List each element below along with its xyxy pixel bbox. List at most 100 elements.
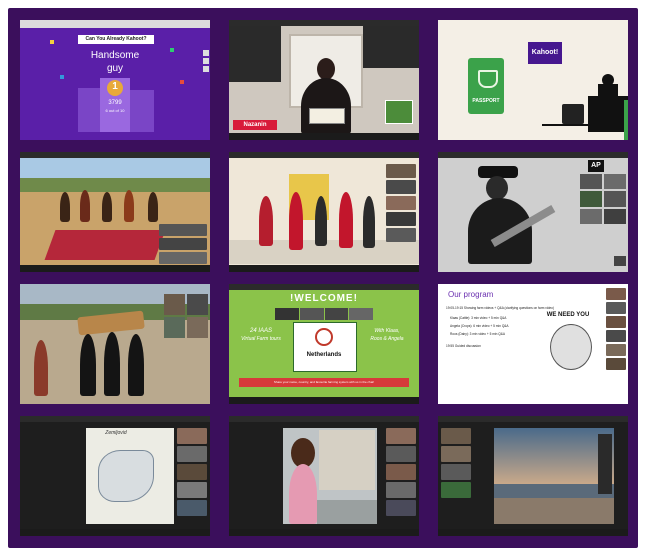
meeting-toolbar (229, 133, 419, 140)
tile-dancers-outdoor (20, 152, 210, 272)
presenter-head (317, 58, 335, 80)
passport-label: PASSPORT (472, 98, 500, 104)
beach-sand (494, 498, 614, 524)
participant-thumbnails (606, 288, 626, 370)
meeting-toolbar (229, 265, 419, 272)
figure-head (486, 176, 508, 200)
map-title: Zemljovid (105, 430, 127, 436)
meeting-toolbar (229, 529, 419, 536)
window-bar (229, 416, 419, 422)
participant-thumbnail (385, 100, 413, 124)
winner-streak: 6 out of 10 (105, 108, 125, 113)
window-bar (438, 152, 628, 158)
figure-body (468, 198, 532, 264)
country-outline (98, 450, 154, 502)
tile-kahoot-podium: Can You Already Kahoot? Handsome guy 1 3… (20, 20, 210, 140)
dancer (80, 190, 90, 222)
winner-headline-2: guy (106, 63, 124, 74)
confetti (180, 80, 184, 84)
passport-crest-icon (478, 70, 498, 88)
kahoot-logo: Kahoot! (528, 42, 562, 64)
speaker-strip (275, 308, 373, 320)
winner-headline-1: Handsome (90, 50, 140, 61)
woman-body (289, 464, 317, 524)
program-line: 19:05-19:15 Showing farm videos + Q&A (c… (446, 306, 554, 310)
event-left-1: 24 IAAS (249, 328, 272, 334)
dancer (339, 192, 353, 248)
pallbearer (104, 332, 120, 396)
tile-presenter-reading: Nazanin (229, 20, 419, 140)
meeting-toolbar (20, 265, 210, 272)
recruitment-poster-title: WE NEED YOU (546, 312, 590, 318)
pallbearer (80, 334, 96, 396)
dancer (259, 196, 273, 246)
confetti (60, 75, 64, 79)
event-right-1: With Klaas, (374, 328, 400, 334)
video-call-collage: Can You Already Kahoot? Handsome guy 1 3… (8, 8, 638, 548)
confetti (170, 48, 174, 52)
pointing-hand-illustration (550, 324, 592, 370)
chat-prompt: Share your name, country, and favourite … (239, 378, 409, 387)
tile-stage-dancers (229, 152, 419, 272)
palm-silhouette (598, 434, 612, 494)
tile-program-slide: Our program 19:05-19:15 Showing farm vid… (438, 284, 628, 404)
participant-thumbnails (386, 164, 416, 242)
tile-coffin-dance (20, 284, 210, 404)
green-accent-bar (624, 100, 628, 140)
browser-bar (20, 20, 210, 28)
window-bar (229, 152, 419, 158)
quiz-question: Can You Already Kahoot? (78, 35, 154, 44)
meeting-toolbar (438, 529, 628, 536)
presenter-body (301, 78, 351, 134)
open-book (309, 108, 345, 124)
tile-map-share: Zemljovid (20, 416, 210, 536)
meeting-toolbar (20, 529, 210, 536)
tile-guitarist-bw: AP (438, 152, 628, 272)
program-line: Roos (Dairy): 3 min video + 5 min Q&A (450, 332, 506, 336)
window-bar (438, 416, 628, 422)
participant-thumbnails (159, 224, 207, 264)
program-line: 19:55 Guided discussion (446, 344, 481, 348)
building (319, 430, 375, 490)
participant-grid (580, 174, 626, 224)
dancer (315, 196, 327, 246)
settings-panel-right (363, 26, 419, 68)
tile-welcome-slide: !WELCOME! 24 IAAS Virtual Farm tours Net… (229, 284, 419, 404)
dancer (289, 192, 303, 250)
dancer (60, 192, 70, 222)
program-line: Klaas (Cattle): 3 min video + 5 min Q&A (450, 316, 507, 320)
pallbearer (128, 334, 144, 396)
browser-side-buttons (203, 50, 209, 72)
settings-panel-left (229, 26, 281, 82)
welcome-banner: !WELCOME! (290, 293, 358, 304)
rank-number: 1 (112, 81, 118, 92)
participant-thumbnails (177, 428, 207, 516)
floor-line (542, 124, 628, 126)
dancer (148, 192, 158, 222)
window-bar (20, 416, 210, 422)
meeting-toolbar (229, 397, 419, 404)
dancer (102, 192, 112, 222)
bystander (34, 340, 48, 396)
sunset-sky (494, 428, 614, 484)
tile-sunset-beach (438, 416, 628, 536)
news-badge: AP (588, 160, 604, 172)
tile-street-video (229, 416, 419, 536)
red-mat (44, 230, 166, 260)
event-left-2: Virtual Farm tours (241, 336, 281, 342)
street-ground (317, 500, 377, 524)
sea (494, 484, 614, 498)
participant-thumbnails (386, 428, 416, 516)
winner-score: 3799 (108, 100, 122, 106)
participant-thumbnail (614, 256, 626, 266)
luggage-icon (562, 104, 584, 124)
logo-country: Netherlands (306, 352, 342, 358)
event-right-2: Roos & Angela (370, 336, 404, 342)
border-officer-desk (588, 96, 628, 132)
participant-grid (164, 294, 208, 338)
program-line: Angela (Crops): 6 min video + 5 min Q&A (450, 324, 509, 328)
officer-body (598, 84, 618, 98)
window-bar (229, 284, 419, 290)
participant-thumbnails (441, 428, 471, 498)
dancer (124, 190, 134, 222)
